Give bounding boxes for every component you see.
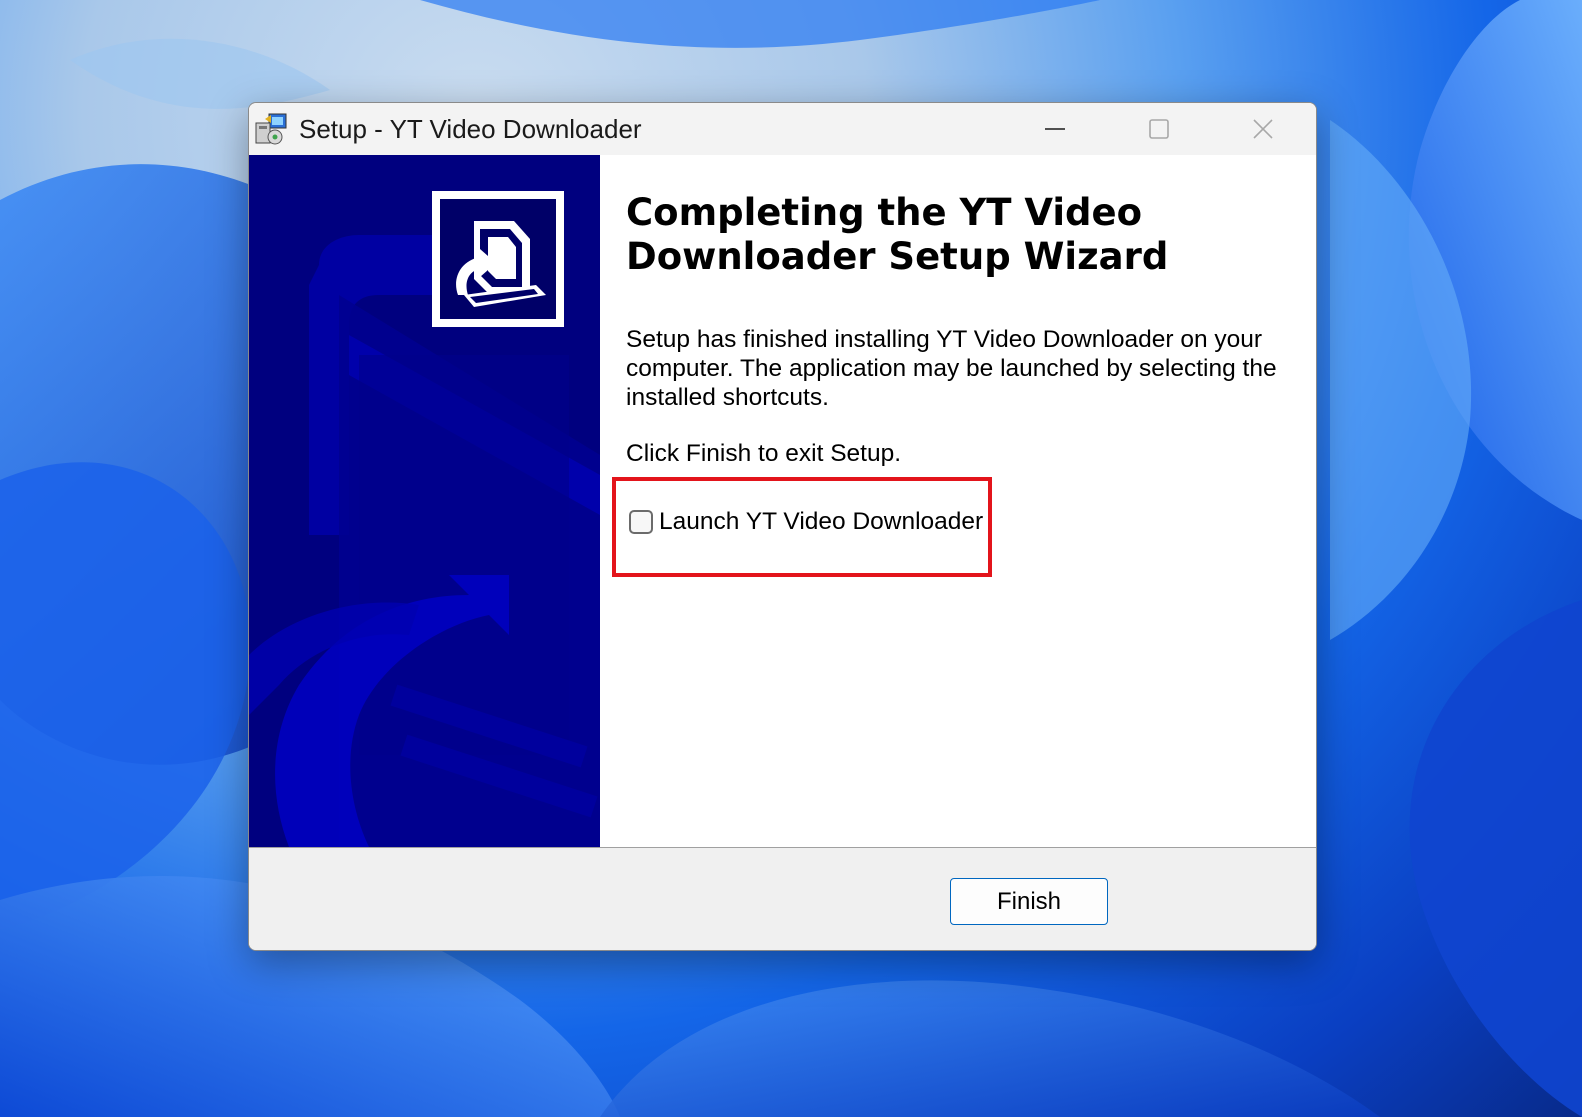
desktop-wallpaper: Setup - YT Video Downloader Completing t… [0,0,1582,1117]
finish-button[interactable]: Finish [950,878,1108,925]
minimize-icon [1045,128,1065,130]
launch-checkbox-row[interactable]: Launch YT Video Downloader [629,506,983,538]
wizard-footer: Finish [249,848,1316,950]
close-button[interactable] [1211,103,1315,155]
maximize-button[interactable] [1107,103,1211,155]
title-bar: Setup - YT Video Downloader [249,103,1316,155]
page-title: Completing the YT Video Downloader Setup… [626,191,1169,278]
window-title: Setup - YT Video Downloader [299,114,642,144]
exit-instruction: Click Finish to exit Setup. [626,440,902,467]
maximize-icon [1149,119,1169,139]
installer-logo [432,191,564,327]
minimize-button[interactable] [1003,103,1107,155]
completion-message: Setup has finished installing YT Video D… [626,326,1277,411]
installer-computer-icon [456,221,546,307]
setup-app-icon [255,113,287,145]
setup-window: Setup - YT Video Downloader Completing t… [248,102,1317,951]
launch-checkbox[interactable] [629,510,653,534]
wizard-banner [249,155,600,847]
launch-checkbox-label[interactable]: Launch YT Video Downloader [659,508,983,536]
wizard-content: Completing the YT Video Downloader Setup… [600,155,1316,847]
close-icon [1253,119,1273,139]
